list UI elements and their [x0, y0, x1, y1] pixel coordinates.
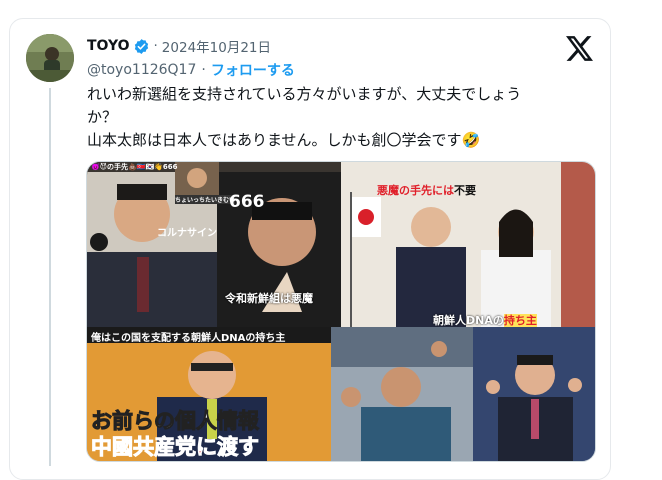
x-logo-icon[interactable]	[566, 36, 593, 61]
panel2-bottom-caption: 朝鮮人DNAの持ち主	[433, 312, 537, 327]
panel-photo	[331, 327, 473, 461]
media-panel-yamamoto: 👿😈の手先💩🇰🇵🇰🇷👋666 ちょいっちたいきむい 666 コルナサイン 令和新…	[87, 162, 341, 327]
post-date[interactable]: 2024年10月21日	[162, 36, 271, 56]
panel1-korunasain-caption: コルナサイン	[157, 228, 217, 239]
avatar-photo	[26, 34, 74, 82]
media-panel-aso: 悪魔の手先には不要 朝鮮人DNAの持ち主	[341, 162, 595, 327]
author-handle[interactable]: @toyo1126Q17	[87, 62, 196, 78]
tweet-media-image[interactable]: 👿😈の手先💩🇰🇵🇰🇷👋666 ちょいっちたいきむい 666 コルナサイン 令和新…	[86, 161, 596, 462]
panel3-top-caption: 俺はこの国を支配する朝鮮人DNAの持ち主	[91, 333, 286, 344]
author-avatar[interactable]	[26, 34, 74, 82]
verified-badge-icon	[134, 38, 148, 54]
panel2-top-caption-black: 不要	[454, 184, 476, 197]
media-panel-abe	[473, 327, 595, 461]
author-row: TOYO · 2024年10月21日	[87, 36, 271, 56]
panel2-top-caption: 悪魔の手先には不要	[377, 182, 476, 198]
panel1-top-caption: 👿😈の手先💩🇰🇵🇰🇷👋666	[91, 163, 178, 171]
panel2-bottom-caption-red: 持ち主	[503, 314, 537, 327]
panel3-caption-line2: 中國共産党に渡す	[91, 435, 260, 460]
panel1-number: 666	[229, 192, 265, 212]
handle-row: @toyo1126Q17 · フォローする	[87, 60, 295, 80]
panel2-top-caption-red: 悪魔の手先には	[377, 184, 454, 197]
media-panel-tamaki	[331, 327, 473, 461]
panel2-bottom-caption-white: 朝鮮人DNAの	[433, 314, 504, 327]
media-panel-kono: 俺はこの国を支配する朝鮮人DNAの持ち主 お前らの個人情報 中國共産党に渡す	[87, 327, 331, 461]
follow-button[interactable]: フォローする	[211, 60, 295, 80]
separator-dot: ·	[201, 62, 206, 78]
panel1-bottom-caption: 令和新鮮組は悪魔	[225, 292, 313, 305]
panel1-inset-caption: ちょいっちたいきむい	[175, 195, 236, 204]
author-name[interactable]: TOYO	[87, 38, 130, 54]
tweet-text: れいわ新選組を支持されている方々がいますが、大丈夫でしょう か？ 山本太郎は日本…	[87, 85, 522, 149]
panel-photo	[473, 327, 595, 461]
separator-dot: ·	[153, 38, 158, 54]
thread-line	[49, 88, 51, 466]
